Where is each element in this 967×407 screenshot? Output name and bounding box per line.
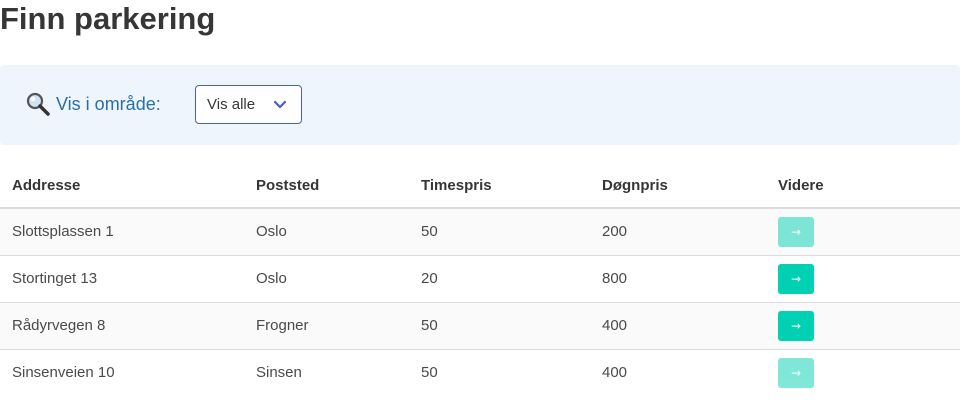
chevron-down-icon (273, 100, 287, 109)
area-select-value: Vis alle (207, 96, 256, 113)
cell-hourly-price: 20 (409, 255, 590, 303)
header-address: Addresse (0, 164, 244, 209)
area-filter-panel: Vis i område: Vis alle (0, 65, 960, 145)
page: Finn parkering Vis i område: Vis alle Ad… (0, 0, 960, 407)
go-button[interactable]: → (778, 263, 814, 294)
table-row: Slottsplassen 1 Oslo 50 200 → (0, 208, 960, 256)
cell-address: Rådyrvegen 8 (0, 302, 244, 350)
cell-daily-price: 800 (590, 255, 766, 303)
cell-hourly-price: 50 (409, 302, 590, 350)
cell-daily-price: 200 (590, 208, 766, 256)
cell-hourly-price: 50 (409, 349, 590, 396)
table-row: Stortinget 13 Oslo 20 800 → (0, 255, 960, 303)
area-filter-text: Vis i område: (56, 93, 161, 114)
header-city: Poststed (244, 164, 409, 209)
header-hourly-price: Timespris (409, 164, 590, 209)
cell-daily-price: 400 (590, 302, 766, 350)
cell-city: Frogner (244, 302, 409, 350)
go-button[interactable]: → (778, 357, 814, 388)
parking-table: Addresse Poststed Timespris Døgnpris Vid… (0, 164, 960, 396)
cell-hourly-price: 50 (409, 208, 590, 256)
cell-city: Sinsen (244, 349, 409, 396)
area-select[interactable]: Vis alle (195, 85, 302, 124)
cell-address: Stortinget 13 (0, 255, 244, 303)
go-button[interactable]: → (778, 310, 814, 341)
header-daily-price: Døgnpris (590, 164, 766, 209)
table-row: Sinsenveien 10 Sinsen 50 400 → (0, 349, 960, 396)
cell-address: Sinsenveien 10 (0, 349, 244, 396)
page-title: Finn parkering (0, 1, 216, 36)
header-next: Videre (766, 164, 960, 209)
cell-city: Oslo (244, 208, 409, 256)
go-button[interactable]: → (778, 216, 814, 247)
cell-next: → (766, 208, 960, 256)
table-header-row: Addresse Poststed Timespris Døgnpris Vid… (0, 164, 960, 209)
cell-next: → (766, 302, 960, 350)
cell-city: Oslo (244, 255, 409, 303)
magnifier-icon (26, 92, 50, 116)
table-row: Rådyrvegen 8 Frogner 50 400 → (0, 302, 960, 350)
cell-next: → (766, 349, 960, 396)
cell-daily-price: 400 (590, 349, 766, 396)
cell-next: → (766, 255, 960, 303)
area-filter-label: Vis i område: (25, 91, 161, 117)
cell-address: Slottsplassen 1 (0, 208, 244, 256)
